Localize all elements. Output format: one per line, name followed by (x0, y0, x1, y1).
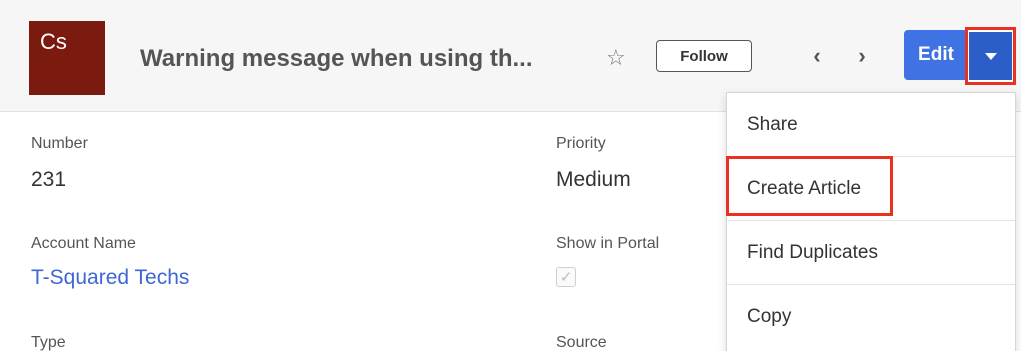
account-name-label: Account Name (31, 235, 136, 252)
number-label: Number (31, 135, 88, 152)
menu-item-label: Share (747, 113, 798, 135)
account-name-link[interactable]: T-Squared Techs (31, 265, 189, 291)
record-title: Warning message when using th... (140, 45, 533, 72)
menu-item-share[interactable]: Share (727, 93, 1015, 157)
number-value: 231 (31, 168, 67, 191)
menu-item-copy[interactable]: Copy (727, 285, 1015, 349)
show-in-portal-checkbox: ✓ (556, 267, 576, 287)
follow-button[interactable]: Follow (656, 40, 752, 72)
star-icon[interactable]: ☆ (606, 43, 626, 73)
source-label: Source (556, 334, 607, 351)
chevron-right-icon[interactable]: › (850, 40, 874, 72)
priority-label: Priority (556, 135, 606, 152)
chevron-left-icon[interactable]: ‹ (805, 40, 829, 72)
caret-down-icon (969, 32, 1012, 80)
caret-triangle (984, 52, 997, 60)
menu-item-label: Create Article (747, 177, 862, 199)
check-icon: ✓ (559, 269, 573, 286)
actions-dropdown-menu: Share Create Article Find Duplicates Cop… (726, 92, 1016, 351)
type-label: Type (31, 334, 66, 351)
actions-dropdown-toggle[interactable] (965, 27, 1016, 85)
edit-button[interactable]: Edit (904, 30, 968, 80)
menu-item-create-article[interactable]: Create Article (727, 157, 1015, 221)
menu-item-find-duplicates[interactable]: Find Duplicates (727, 221, 1015, 285)
priority-value: Medium (556, 168, 631, 191)
show-in-portal-label: Show in Portal (556, 235, 660, 252)
menu-item-label: Find Duplicates (747, 241, 878, 263)
record-view: Cs Warning message when using th... ☆ Fo… (0, 0, 1021, 351)
module-avatar: Cs (29, 21, 105, 95)
menu-item-label: Copy (747, 306, 792, 327)
